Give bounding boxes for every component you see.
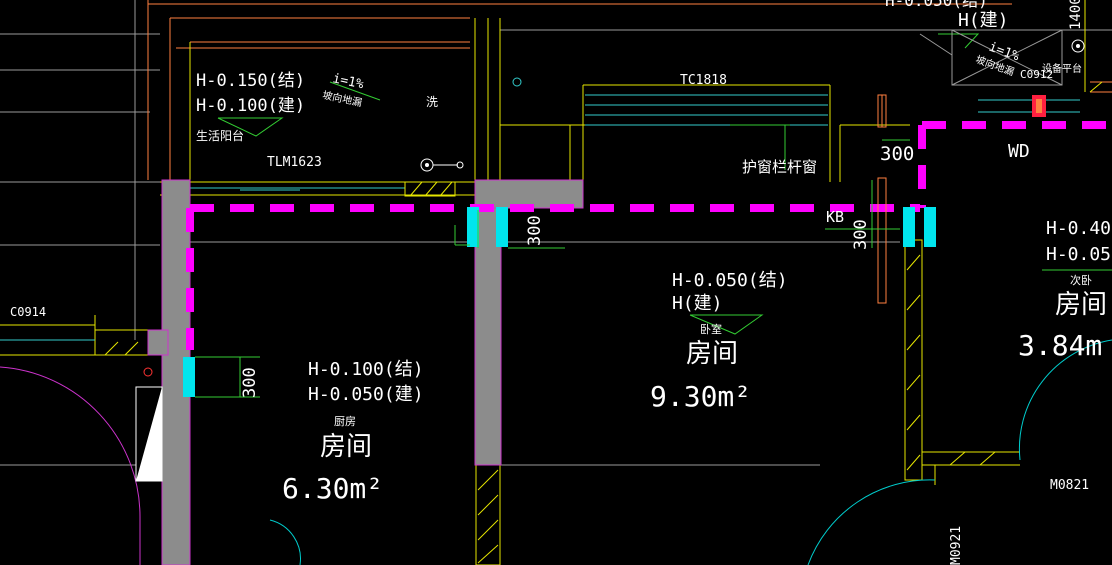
right-room-type-label: 次卧 — [1070, 273, 1092, 287]
bedroom-level-structure: H-0.050(结) — [672, 270, 788, 291]
right-room-level-structure: H-0.40 — [1046, 218, 1111, 239]
right-room-area: 3.84m — [1018, 329, 1102, 362]
balcony-level-structure: H-0.150(结) — [196, 71, 305, 91]
balcony-door-code: TLM1623 — [267, 155, 322, 170]
door-panel-left — [135, 386, 163, 482]
opening-3 — [903, 207, 915, 247]
dimension-300-b: 300 — [240, 367, 260, 398]
right-room-level-construct: H-0.05 — [1046, 244, 1111, 265]
dimension-300-c: 300 — [851, 219, 871, 250]
top-right-level-construct: H(建) — [958, 10, 1009, 31]
bedroom-area: 9.30m² — [650, 380, 751, 413]
opening-4 — [924, 207, 936, 247]
window-code: TC1818 — [680, 73, 727, 88]
door-m0821: M0821 — [1050, 478, 1089, 493]
opening-2 — [496, 207, 508, 247]
red-marker — [1032, 95, 1046, 117]
equipment-platform-label: 设备平台 — [1042, 62, 1082, 75]
wash-label: 洗 — [426, 95, 438, 109]
kitchen-area: 6.30m² — [282, 472, 383, 505]
top-right-dimension: 1400 — [1068, 0, 1084, 30]
kitchen-level-construct: H-0.050(建) — [308, 384, 424, 405]
kitchen-level-structure: H-0.100(结) — [308, 359, 424, 380]
opening-1 — [467, 207, 479, 247]
top-right-level-partial: H-0.050(结) — [885, 0, 988, 10]
wd-label: WD — [1008, 141, 1030, 162]
dimension-300-top: 300 — [880, 143, 914, 165]
bedroom-room-name: 房间 — [686, 339, 738, 369]
bedroom-type-label: 卧室 — [700, 322, 722, 336]
balcony-level-construct: H-0.100(建) — [196, 96, 305, 116]
window-rail-label: 护窗栏杆窗 — [742, 158, 817, 176]
bedroom-level-construct: H(建) — [672, 293, 723, 314]
kitchen-room-name: 房间 — [320, 432, 372, 462]
wall-center-top — [474, 179, 584, 209]
kb-label: KB — [826, 208, 844, 226]
dimension-300-a: 300 — [525, 215, 545, 246]
cad-floor-plan: H-0.050(结) H(建) i=1% 坡向地漏 C0912 设备平台 140… — [0, 0, 1112, 565]
balcony-room-label: 生活阳台 — [196, 128, 244, 143]
right-room-room-name: 房间 — [1055, 290, 1107, 320]
wall-left-stub — [147, 329, 169, 356]
left-window-code: C0914 — [10, 305, 46, 319]
door-m0921: M0921 — [949, 526, 964, 565]
kitchen-type-label: 厨房 — [334, 415, 356, 428]
opening-5 — [183, 357, 195, 397]
